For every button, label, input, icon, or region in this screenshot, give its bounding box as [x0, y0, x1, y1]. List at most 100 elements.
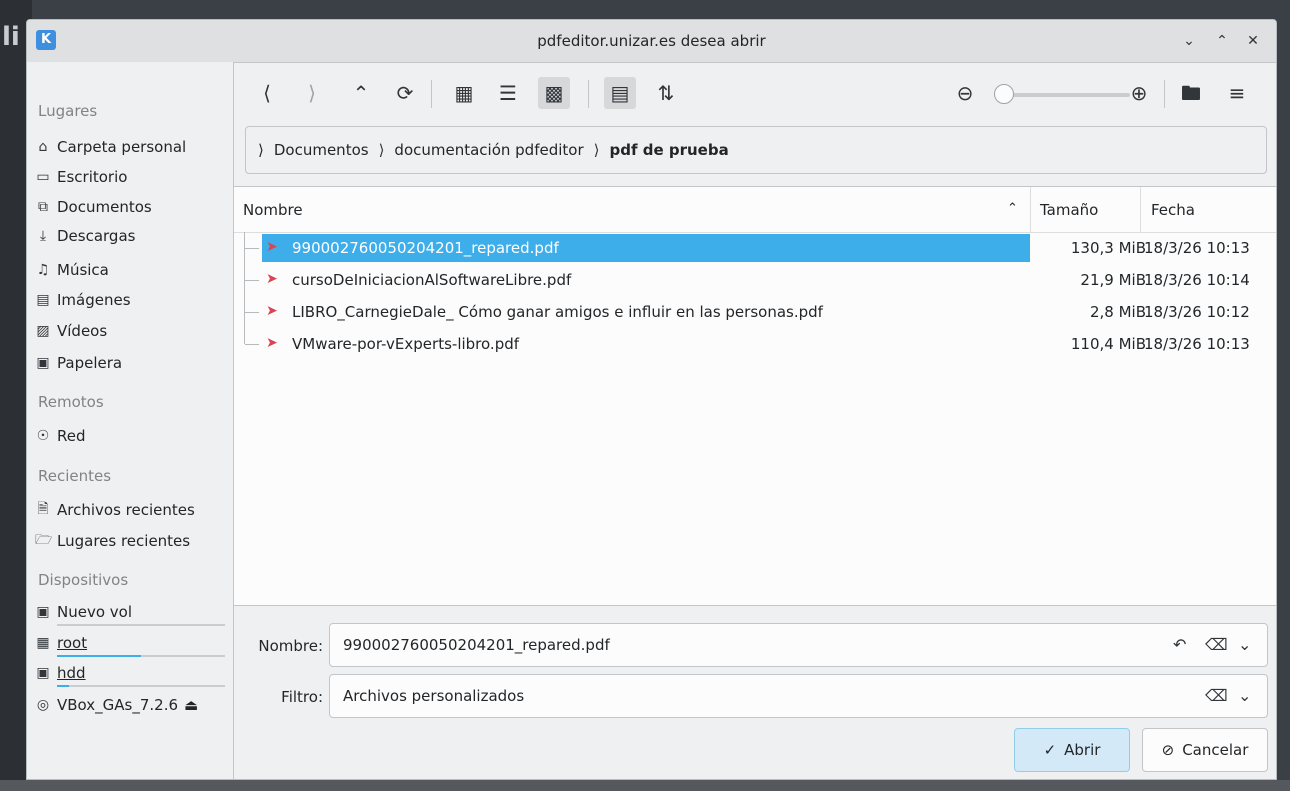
cancel-icon: ⊘ — [1161, 741, 1175, 759]
reload-icon[interactable]: ⟳ — [389, 77, 421, 109]
file-name: VMware-por-vExperts-libro.pdf — [292, 335, 520, 353]
sidebar-item-root[interactable]: ▦ root — [35, 629, 225, 657]
file-size: 110,4 MiB — [1070, 335, 1146, 353]
sidebar-item-nuevo-vol[interactable]: ▣ Nuevo vol — [35, 598, 225, 626]
sidebar-item-carpeta-personal[interactable]: ⌂ Carpeta personal — [35, 133, 225, 161]
drive-icon: ▣ — [36, 665, 50, 681]
sidebar-item-archivos-recientes[interactable]: 🗎 Archivos recientes — [35, 496, 225, 524]
sidebar-item-label: Imágenes — [57, 291, 131, 309]
breadcrumb-chevron-icon[interactable]: ⟩ — [379, 141, 385, 159]
column-header-name[interactable]: Nombre — [243, 201, 303, 219]
sort-ascending-icon: ⌃ — [1007, 201, 1018, 216]
sidebar-item-imagenes[interactable]: ▤ Imágenes — [35, 286, 225, 314]
sidebar-item-label: Descargas — [57, 227, 136, 245]
tree-view-icon[interactable]: ▩ — [538, 77, 570, 109]
file-name: cursoDeIniciacionAlSoftwareLibre.pdf — [292, 271, 572, 289]
new-folder-icon[interactable]: 🖿 — [1175, 77, 1207, 109]
zoom-in-icon[interactable]: ⊕ — [1123, 77, 1155, 109]
zoom-out-icon[interactable]: ⊖ — [949, 77, 981, 109]
capacity-bar-nuevo-vol — [57, 624, 225, 626]
parent-folder-icon[interactable]: ⌃ — [345, 77, 377, 109]
breadcrumb-item-documentacion[interactable]: documentación pdfeditor — [394, 141, 583, 159]
toolbar: ⟨ ⟩ ⌃ ⟳ ▦ ☰ ▩ ▤ ⇅ ⊖ ⊕ 🖿 ≡ — [234, 62, 1276, 124]
column-header-date[interactable]: Fecha — [1151, 201, 1195, 219]
name-label: Nombre: — [258, 637, 323, 655]
open-button[interactable]: ✓ Abrir — [1014, 728, 1130, 772]
sidebar-item-hdd[interactable]: ▣ hdd — [35, 659, 225, 687]
cancel-button[interactable]: ⊘ Cancelar — [1142, 728, 1268, 772]
section-remotos: Remotos — [38, 393, 104, 411]
title-bar: K pdfeditor.unizar.es desea abrir ⌄ ⌃ ✕ — [27, 20, 1276, 63]
list-item[interactable]: ➤ cursoDeIniciacionAlSoftwareLibre.pdf 2… — [234, 264, 1276, 296]
sidebar-item-vbox[interactable]: ◎ VBox_GAs_7.2.6 ⏏ — [35, 691, 225, 719]
filter-label: Filtro: — [281, 688, 323, 706]
file-date: 18/3/26 10:12 — [1144, 303, 1250, 321]
breadcrumb-chevron-icon[interactable]: ⟩ — [594, 141, 600, 159]
forward-icon[interactable]: ⟩ — [296, 77, 328, 109]
column-separator — [1030, 187, 1031, 232]
eject-icon[interactable]: ⏏ — [184, 696, 198, 714]
capacity-bar-hdd — [57, 685, 225, 687]
list-item[interactable]: ➤ 990002760050204201_repared.pdf 130,3 M… — [234, 232, 1276, 264]
drive-icon: ▣ — [36, 604, 50, 620]
sidebar-item-label: VBox_GAs_7.2.6 — [57, 696, 179, 714]
filename-value: 990002760050204201_repared.pdf — [343, 636, 610, 654]
tree-line — [244, 296, 263, 328]
sidebar-item-label: Papelera — [57, 354, 123, 372]
music-icon: ♫ — [36, 262, 50, 278]
videos-icon: ▨ — [36, 323, 50, 339]
sidebar-item-documentos[interactable]: ⧉ Documentos — [35, 193, 225, 221]
sidebar-item-descargas[interactable]: ⤓ Descargas — [35, 222, 225, 250]
detailed-view-icon[interactable]: ☰ — [492, 77, 524, 109]
breadcrumb-current[interactable]: pdf de prueba — [610, 141, 729, 159]
close-icon[interactable]: ✕ — [1241, 29, 1265, 53]
filter-combobox[interactable]: Archivos personalizados ⌫ ⌄ — [329, 674, 1268, 718]
file-open-dialog: K pdfeditor.unizar.es desea abrir ⌄ ⌃ ✕ … — [26, 19, 1277, 780]
window-title: pdfeditor.unizar.es desea abrir — [537, 32, 766, 50]
breadcrumb-item-documentos[interactable]: Documentos — [274, 141, 369, 159]
filename-input[interactable]: 990002760050204201_repared.pdf ↶ ⌫ ⌄ — [329, 623, 1268, 667]
sidebar-item-label: Carpeta personal — [57, 138, 187, 156]
file-name: 990002760050204201_repared.pdf — [292, 239, 559, 257]
clear-text-icon[interactable]: ⌫ — [1205, 635, 1228, 654]
sidebar-item-videos[interactable]: ▨ Vídeos — [35, 317, 225, 345]
list-item[interactable]: ➤ VMware-por-vExperts-libro.pdf 110,4 Mi… — [234, 328, 1276, 360]
pdf-file-icon: ➤ — [266, 271, 278, 287]
pdf-file-icon: ➤ — [266, 239, 278, 255]
clear-text-icon[interactable]: ⌫ — [1205, 686, 1228, 705]
breadcrumb-root-chevron-icon[interactable]: ⟩ — [258, 141, 264, 159]
file-size: 130,3 MiB — [1070, 239, 1146, 257]
recent-places-icon: 🗁 — [35, 532, 53, 548]
home-icon: ⌂ — [38, 139, 48, 155]
capacity-fill — [57, 685, 69, 687]
zoom-slider-track[interactable] — [994, 93, 1130, 97]
sidebar-item-label: Documentos — [57, 198, 152, 216]
zoom-slider-knob[interactable] — [994, 84, 1014, 104]
sidebar-item-label: root — [57, 634, 88, 652]
preview-icon[interactable]: ▤ — [604, 77, 636, 109]
sidebar-item-red[interactable]: ☉ Red — [35, 422, 225, 450]
sidebar-item-escritorio[interactable]: ▭ Escritorio — [35, 163, 225, 191]
chevron-down-icon[interactable]: ⌄ — [1238, 635, 1251, 654]
background-app-bottom — [0, 780, 1290, 791]
sort-icon[interactable]: ⇅ — [650, 77, 682, 109]
tree-line — [244, 328, 263, 345]
file-date: 18/3/26 10:13 — [1144, 239, 1250, 257]
root-drive-icon: ▦ — [36, 635, 50, 651]
sidebar-item-lugares-recientes[interactable]: 🗁 Lugares recientes — [35, 527, 225, 555]
chevron-down-icon[interactable]: ⌄ — [1238, 686, 1251, 705]
places-sidebar: Lugares ⌂ Carpeta personal ▭ Escritorio ⧉ D… — [27, 62, 234, 779]
sidebar-item-papelera[interactable]: ▣ Papelera — [35, 349, 225, 377]
file-size: 2,8 MiB — [1089, 303, 1146, 321]
back-icon[interactable]: ⟨ — [251, 77, 283, 109]
chevron-up-icon[interactable]: ⌃ — [1210, 29, 1234, 53]
options-icon[interactable]: ≡ — [1221, 77, 1253, 109]
sidebar-item-musica[interactable]: ♫ Música — [35, 256, 225, 284]
icon-view-icon[interactable]: ▦ — [448, 77, 480, 109]
chevron-down-icon[interactable]: ⌄ — [1177, 29, 1201, 53]
recent-files-icon: 🗎 — [37, 501, 49, 517]
list-item[interactable]: ➤ LIBRO_CarnegieDale_ Cómo ganar amigos … — [234, 296, 1276, 328]
column-header-size[interactable]: Tamaño — [1040, 201, 1098, 219]
sidebar-item-label: Red — [57, 427, 86, 445]
undo-icon[interactable]: ↶ — [1173, 635, 1186, 654]
